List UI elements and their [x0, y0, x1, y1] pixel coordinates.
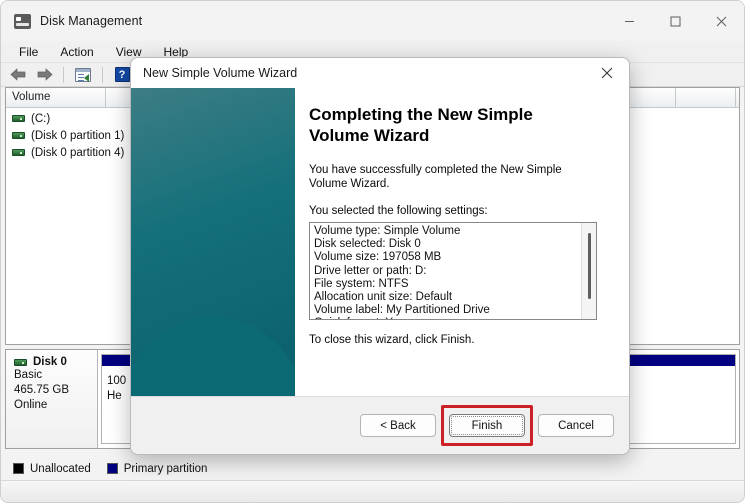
dialog-intro-text: You have successfully completed the New … — [309, 163, 591, 191]
forward-arrow-icon[interactable] — [33, 65, 55, 85]
column-header-trailing[interactable] — [676, 88, 736, 107]
window-title: Disk Management — [40, 14, 142, 28]
list-item: Volume size: 197058 MB — [314, 251, 596, 264]
list-item: Drive letter or path: D: — [314, 265, 596, 278]
dialog-title-bar: New Simple Volume Wizard — [131, 58, 629, 88]
list-item: Disk selected: Disk 0 — [314, 238, 596, 251]
dialog-content: Completing the New Simple Volume Wizard … — [295, 88, 629, 396]
close-button[interactable] — [698, 1, 744, 41]
dialog-closing-note: To close this wizard, click Finish. — [309, 334, 613, 346]
list-item: Volume type: Simple Volume — [314, 225, 596, 238]
settings-label: You selected the following settings: — [309, 205, 613, 217]
disk-management-icon — [14, 14, 31, 29]
volume-name: (C:) — [31, 113, 50, 125]
legend: Unallocated Primary partition — [5, 459, 740, 478]
finish-button-label: Finish — [472, 420, 503, 432]
legend-swatch-primary-partition — [107, 463, 118, 474]
volume-name: (Disk 0 partition 1) — [31, 130, 124, 142]
list-previous-icon[interactable] — [72, 65, 94, 85]
dialog-heading: Completing the New Simple Volume Wizard — [309, 104, 579, 146]
finish-button-wrapper: Finish — [449, 414, 525, 437]
dialog-body: Completing the New Simple Volume Wizard … — [131, 88, 629, 396]
dialog-title: New Simple Volume Wizard — [143, 66, 297, 80]
menu-item-action[interactable]: Action — [50, 43, 103, 61]
status-bar — [1, 480, 744, 502]
menu-item-file[interactable]: File — [9, 43, 48, 61]
list-item: Volume label: My Partitioned Drive — [314, 304, 596, 317]
back-button[interactable]: < Back — [360, 414, 436, 437]
minimize-button[interactable] — [606, 1, 652, 41]
drive-icon — [12, 132, 25, 139]
back-arrow-icon[interactable] — [7, 65, 29, 85]
toolbar-separator-2 — [102, 67, 103, 83]
legend-label-unallocated: Unallocated — [30, 463, 91, 475]
disk-status: Online — [14, 398, 91, 413]
disk-name: Disk 0 — [33, 356, 67, 368]
volume-name: (Disk 0 partition 4) — [31, 147, 124, 159]
cancel-button[interactable]: Cancel — [538, 414, 614, 437]
new-simple-volume-wizard-dialog: New Simple Volume Wizard Completing the … — [130, 57, 630, 455]
list-item: Quick format: Yes — [314, 317, 596, 320]
title-bar: Disk Management — [1, 1, 744, 41]
drive-icon — [12, 115, 25, 122]
disk-icon — [14, 359, 27, 366]
list-item: Allocation unit size: Default — [314, 291, 596, 304]
finish-button[interactable]: Finish — [449, 414, 525, 437]
drive-icon — [12, 149, 25, 156]
disk-type: Basic — [14, 368, 91, 383]
disk-size: 465.75 GB — [14, 383, 91, 398]
maximize-button[interactable] — [652, 1, 698, 41]
settings-listbox[interactable]: Volume type: Simple Volume Disk selected… — [309, 222, 597, 320]
list-item: File system: NTFS — [314, 278, 596, 291]
settings-scrollbar[interactable] — [581, 223, 596, 319]
disk-info-block[interactable]: Disk 0 Basic 465.75 GB Online — [6, 350, 98, 448]
dialog-footer: < Back Finish Cancel — [131, 396, 629, 454]
scrollbar-thumb[interactable] — [588, 233, 591, 299]
disk-name-row: Disk 0 — [14, 356, 91, 368]
dialog-close-icon[interactable] — [585, 58, 629, 88]
settings-items: Volume type: Simple Volume Disk selected… — [310, 223, 596, 320]
legend-swatch-unallocated — [13, 463, 24, 474]
toolbar-separator — [63, 67, 64, 83]
legend-label-primary-partition: Primary partition — [124, 463, 208, 475]
column-header-volume[interactable]: Volume — [6, 88, 106, 107]
wizard-banner-image — [131, 88, 295, 396]
window-controls — [606, 1, 744, 41]
